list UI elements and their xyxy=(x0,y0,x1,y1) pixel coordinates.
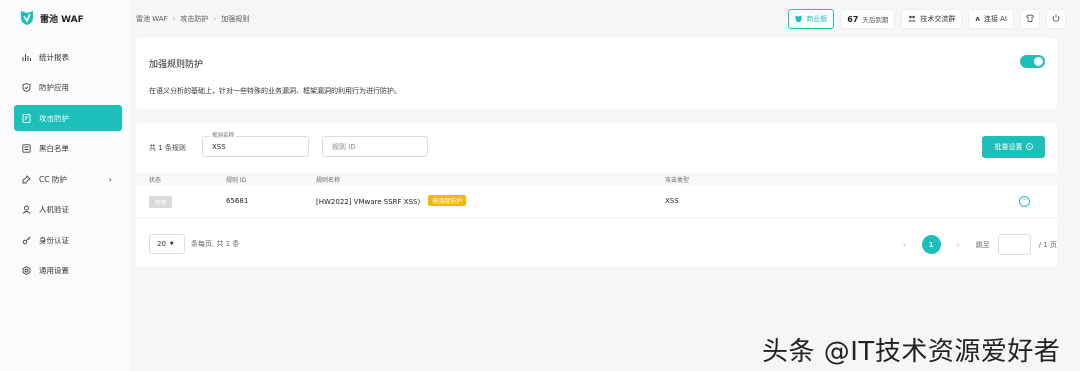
sidebar-item-attack-protection[interactable]: 攻击防护 xyxy=(14,105,122,131)
protection-toggle[interactable] xyxy=(1020,55,1045,68)
rule-name: [HW2022] VMware SSRF XSS) xyxy=(316,198,421,206)
shirt-icon xyxy=(1025,14,1035,24)
prev-page-button[interactable]: ‹ xyxy=(895,235,914,254)
power-icon xyxy=(1052,14,1060,24)
rule-id-field[interactable]: 规则 ID xyxy=(322,136,428,157)
edition-label: 商业版 xyxy=(806,15,828,23)
sidebar-item-protected-apps[interactable]: 防护应用 xyxy=(14,75,122,101)
rule-count: 共 1 条规则 xyxy=(149,144,186,152)
user-icon xyxy=(22,205,31,214)
column-header: 状态 xyxy=(149,177,162,184)
rule-settings-card: 加强规则防护 在语义分析的基础上，针对一些特殊的业务漏洞、框架漏洞的利用行为进行… xyxy=(136,38,1057,109)
logo-icon xyxy=(21,11,33,25)
table-header: 状态 规则 ID 规则名称 攻击类型 xyxy=(136,173,1057,185)
expiry-label: 天后到期 xyxy=(862,16,889,24)
card-title: 加强规则防护 xyxy=(149,60,204,70)
group-icon xyxy=(908,15,916,24)
gear-icon xyxy=(1025,142,1033,152)
ai-label: 连接 AI xyxy=(983,15,1007,23)
table-row: 禁用 65681 [HW2022] VMware SSRF XSS) 高强度防护 … xyxy=(136,185,1057,219)
caret-down-icon: ▼ xyxy=(169,241,174,247)
sidebar-item-label: 身份认证 xyxy=(39,235,69,245)
page-size-select[interactable]: 20 ▼ xyxy=(149,234,185,254)
sidebar-item-auth[interactable]: 身份认证 xyxy=(14,227,122,253)
pagination-info: 条每页, 共 1 条 xyxy=(191,240,240,248)
field-label: 规则名称 xyxy=(210,131,237,139)
breadcrumb-item[interactable]: 攻击防护 xyxy=(180,14,208,24)
chevron-right-icon[interactable]: › xyxy=(109,175,112,184)
app-name: 雷池 WAF xyxy=(40,14,84,25)
sidebar-item-label: 黑白名单 xyxy=(39,144,69,153)
list-icon xyxy=(22,144,31,153)
sidebar-item-label: 人机验证 xyxy=(39,205,69,214)
community-button[interactable]: 技术交流群 xyxy=(901,9,963,29)
rule-id-cell: 65681 xyxy=(226,197,249,205)
document-shield-icon xyxy=(22,113,31,123)
chevron-right-icon: › xyxy=(172,15,176,23)
jump-input[interactable] xyxy=(997,234,1031,255)
sidebar-item-label: 攻击防护 xyxy=(39,113,69,123)
ai-connect-button[interactable]: ᴧ 连接 AI xyxy=(968,9,1014,29)
jump-label: 跳至 xyxy=(975,240,990,249)
key-icon xyxy=(22,236,31,245)
page-button-current[interactable]: 1 xyxy=(921,235,941,254)
sidebar-item-blacklist[interactable]: 黑白名单 xyxy=(14,136,122,162)
next-page-button[interactable]: › xyxy=(949,235,968,254)
sidebar-item-stats[interactable]: 统计报表 xyxy=(14,44,122,70)
protection-level-tag: 高强度防护 xyxy=(428,195,467,206)
ai-icon: ᴧ xyxy=(975,15,980,23)
sidebar-item-label: CC 防护 xyxy=(39,174,67,184)
column-header: 规则名称 xyxy=(316,177,341,184)
logo-icon xyxy=(795,15,802,23)
shield-icon xyxy=(22,83,31,92)
breadcrumb-item: 加强规则 xyxy=(221,15,250,23)
sidebar-nav: 统计报表 防护应用 攻击防护 黑白名单 CC 防护 › 人机验证 身份认证 通用… xyxy=(14,44,122,288)
bar-chart-icon xyxy=(22,53,31,62)
sidebar-item-settings[interactable]: 通用设置 xyxy=(14,258,122,284)
column-header: 规则 ID xyxy=(226,177,247,184)
breadcrumb: 雷池 WAF › 攻击防护 › 加强规则 xyxy=(136,14,249,24)
theme-button[interactable] xyxy=(1020,9,1040,29)
attack-type-cell: XSS xyxy=(665,197,679,205)
column-header: 攻击类型 xyxy=(665,177,690,184)
rules-card: 共 1 条规则 规则名称 XSS 规则 ID 批量设置 状态 规则 ID 规则名… xyxy=(136,123,1057,267)
rule-name-cell: [HW2022] VMware SSRF XSS) 高强度防护 xyxy=(316,195,467,207)
chevron-right-icon: › xyxy=(213,15,217,23)
page-size-value: 20 xyxy=(157,240,166,248)
status-badge[interactable]: 禁用 xyxy=(149,196,172,208)
community-label: 技术交流群 xyxy=(920,15,956,23)
edition-badge[interactable]: 商业版 xyxy=(788,9,835,29)
sidebar-item-label: 统计报表 xyxy=(39,52,69,62)
batch-settings-button[interactable]: 批量设置 xyxy=(982,136,1045,158)
field-value: XSS xyxy=(212,142,226,151)
breadcrumb-item[interactable]: 雷池 WAF xyxy=(136,14,168,24)
pin-icon xyxy=(22,174,31,184)
sidebar-item-captcha[interactable]: 人机验证 xyxy=(14,197,122,223)
topbar: 雷池 WAF › 攻击防护 › 加强规则 商业版 67 天后到期 技术交流群 ᴧ… xyxy=(136,8,1066,30)
sidebar-item-label: 通用设置 xyxy=(39,266,69,275)
field-placeholder: 规则 ID xyxy=(332,142,356,151)
card-description: 在语义分析的基础上，针对一些特殊的业务漏洞、框架漏洞的利用行为进行防护。 xyxy=(149,87,401,95)
sidebar-item-cc-protection[interactable]: CC 防护 › xyxy=(14,166,122,192)
pagination: ‹ 1 › 跳至 / 1 页 xyxy=(895,234,1057,255)
more-actions-icon[interactable]: ··· xyxy=(1019,196,1030,207)
license-expiry[interactable]: 67 天后到期 xyxy=(840,9,896,29)
total-pages: / 1 页 xyxy=(1038,240,1057,249)
expiry-days: 67 xyxy=(847,14,859,24)
sidebar: 雷池 WAF 统计报表 防护应用 攻击防护 黑白名单 CC 防护 › 人机验证 … xyxy=(0,0,130,371)
rule-name-field[interactable]: 规则名称 XSS xyxy=(202,131,309,157)
settings-icon xyxy=(22,266,31,275)
logout-button[interactable] xyxy=(1046,9,1066,29)
watermark: 头条 @IT技术资源爱好者 xyxy=(762,337,1061,367)
toggle-knob xyxy=(1034,57,1043,66)
button-label: 批量设置 xyxy=(994,143,1023,151)
sidebar-item-label: 防护应用 xyxy=(39,83,69,92)
logo[interactable]: 雷池 WAF xyxy=(20,10,84,26)
